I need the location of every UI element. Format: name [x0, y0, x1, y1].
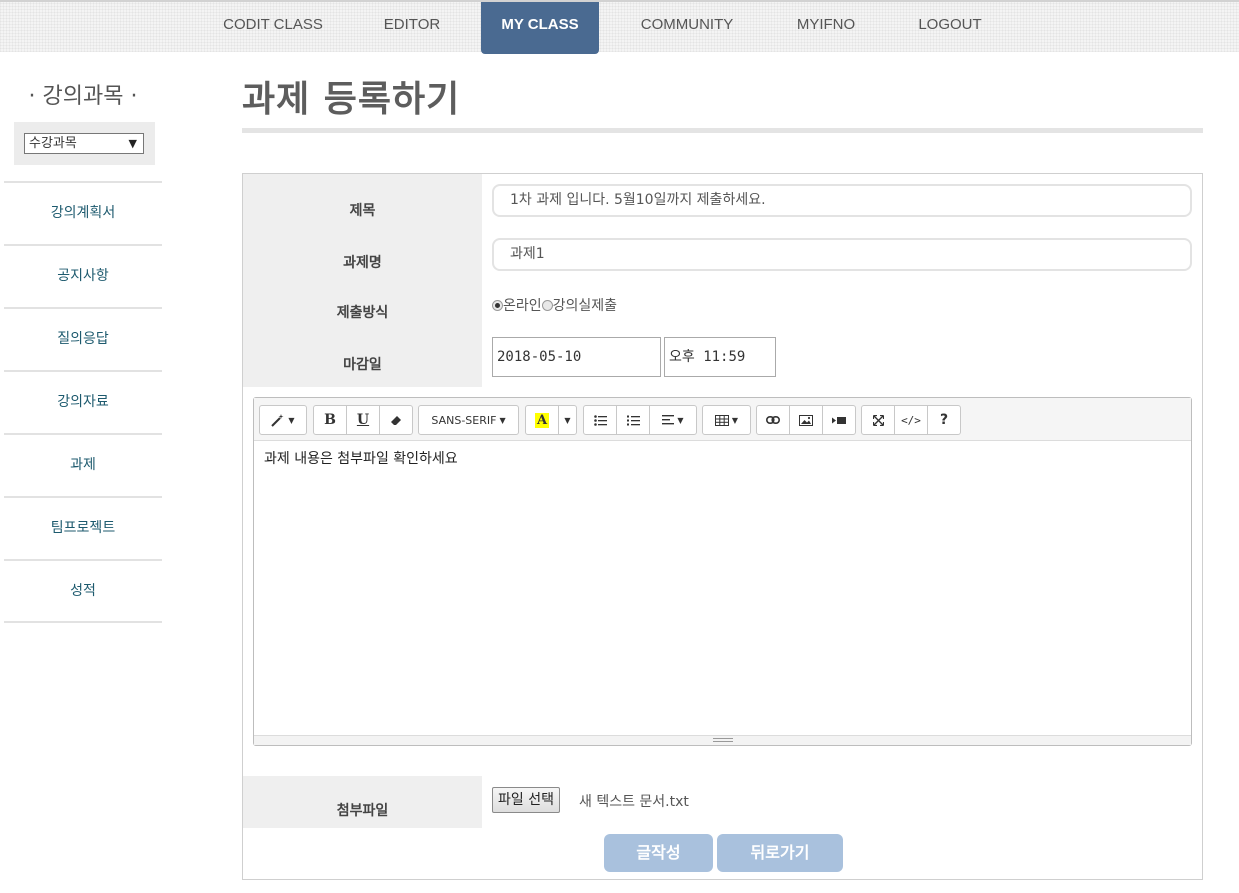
title-divider — [242, 128, 1203, 133]
grip-icon — [713, 738, 733, 742]
sidebar-item-notice[interactable]: 공지사항 — [4, 244, 162, 307]
color-group: A ▼ — [525, 405, 577, 435]
deadline-label: 마감일 — [343, 357, 382, 373]
top-nav: CODIT CLASS EDITOR MY CLASS COMMUNITY MY… — [0, 0, 1239, 54]
align-icon[interactable]: ▼ — [649, 405, 697, 435]
nav-community[interactable]: COMMUNITY — [622, 2, 752, 54]
submit-button[interactable]: 글작성 — [604, 834, 713, 872]
title-input[interactable]: 1차 과제 입니다. 5월10일까지 제출하세요. — [492, 184, 1192, 217]
table-icon[interactable]: ▼ — [702, 405, 751, 435]
editor-content[interactable]: 과제 내용은 첨부파일 확인하세요 — [264, 448, 458, 468]
video-icon[interactable] — [822, 405, 856, 435]
name-label: 과제명 — [343, 255, 382, 271]
sidebar-item-assignment[interactable]: 과제 — [4, 433, 162, 496]
insert-group — [756, 405, 856, 435]
attach-label: 첨부파일 — [336, 803, 389, 819]
radio-online[interactable] — [492, 300, 503, 311]
font-family-group: SANS-SERIF ▼ — [418, 405, 519, 435]
text-color-icon[interactable]: A — [525, 405, 559, 435]
underline-icon[interactable]: U — [346, 405, 380, 435]
deadline-time-input[interactable]: 오후 11:59 — [664, 337, 776, 377]
bold-icon[interactable]: B — [313, 405, 347, 435]
page-title: 과제 등록하기 — [242, 79, 461, 120]
sidebar-item-qna[interactable]: 질의응답 — [4, 307, 162, 370]
paragraph-group: ▼ — [583, 405, 697, 435]
assignment-form: 제목 1차 과제 입니다. 5월10일까지 제출하세요. 과제명 과제1 제출방… — [242, 173, 1203, 880]
editor-toolbar: ▼ B U SANS-SERIF ▼ A ▼ ▼ ▼ </> ? — [254, 398, 1191, 441]
radio-classroom[interactable] — [541, 300, 553, 311]
rich-text-editor: ▼ B U SANS-SERIF ▼ A ▼ ▼ ▼ </> ? 과제 내용은 … — [253, 397, 1192, 746]
sidebar-item-materials[interactable]: 강의자료 — [4, 370, 162, 433]
course-select[interactable]: 수강과목 ▼ — [24, 133, 144, 154]
fullscreen-icon[interactable] — [861, 405, 895, 435]
font-family-label: SANS-SERIF — [431, 413, 497, 427]
eraser-icon[interactable] — [379, 405, 413, 435]
submit-method-group: 온라인 강의실제출 — [492, 295, 617, 315]
sidebar-item-grades[interactable]: 성적 — [4, 559, 162, 623]
style-group: ▼ — [259, 405, 307, 435]
image-icon[interactable] — [789, 405, 823, 435]
title-label: 제목 — [349, 203, 376, 219]
magic-wand-icon[interactable]: ▼ — [259, 405, 307, 435]
nav-codit-class[interactable]: CODIT CLASS — [208, 2, 338, 54]
table-group: ▼ — [702, 405, 751, 435]
nav-logout[interactable]: LOGOUT — [900, 2, 1000, 54]
sidebar-item-syllabus[interactable]: 강의계획서 — [4, 181, 162, 244]
nav-editor[interactable]: EDITOR — [357, 2, 467, 54]
chevron-down-icon: ▼ — [128, 137, 137, 150]
sidebar-item-team-project[interactable]: 팀프로젝트 — [4, 496, 162, 559]
assignment-name-input[interactable]: 과제1 — [492, 238, 1192, 271]
back-button[interactable]: 뒤로가기 — [717, 834, 843, 872]
font-style-group: B U — [313, 405, 413, 435]
color-dropdown-icon[interactable]: ▼ — [558, 405, 577, 435]
course-select-box: 수강과목 ▼ — [14, 122, 155, 165]
code-view-icon[interactable]: </> — [894, 405, 928, 435]
view-group: </> ? — [861, 405, 961, 435]
help-icon[interactable]: ? — [927, 405, 961, 435]
nav-my-class[interactable]: MY CLASS — [481, 2, 599, 54]
editor-resize-handle[interactable] — [254, 735, 1191, 745]
file-select-button[interactable]: 파일 선택 — [492, 787, 560, 813]
sidebar-menu: 강의계획서 공지사항 질의응답 강의자료 과제 팀프로젝트 성적 — [4, 181, 162, 623]
nav-myinfo[interactable]: MYIFNO — [776, 2, 876, 54]
radio-online-label[interactable]: 온라인 — [503, 298, 542, 314]
link-icon[interactable] — [756, 405, 790, 435]
numbered-list-icon[interactable] — [616, 405, 650, 435]
bullet-list-icon[interactable] — [583, 405, 617, 435]
radio-classroom-label[interactable]: 강의실제출 — [553, 298, 617, 314]
sidebar-title: · 강의과목 · — [28, 84, 138, 109]
file-name: 새 텍스트 문서.txt — [579, 794, 689, 810]
font-family-dropdown[interactable]: SANS-SERIF ▼ — [418, 405, 519, 435]
course-select-value: 수강과목 — [29, 136, 77, 151]
method-label: 제출방식 — [336, 305, 389, 321]
deadline-date-input[interactable]: 2018-05-10 — [492, 337, 661, 377]
